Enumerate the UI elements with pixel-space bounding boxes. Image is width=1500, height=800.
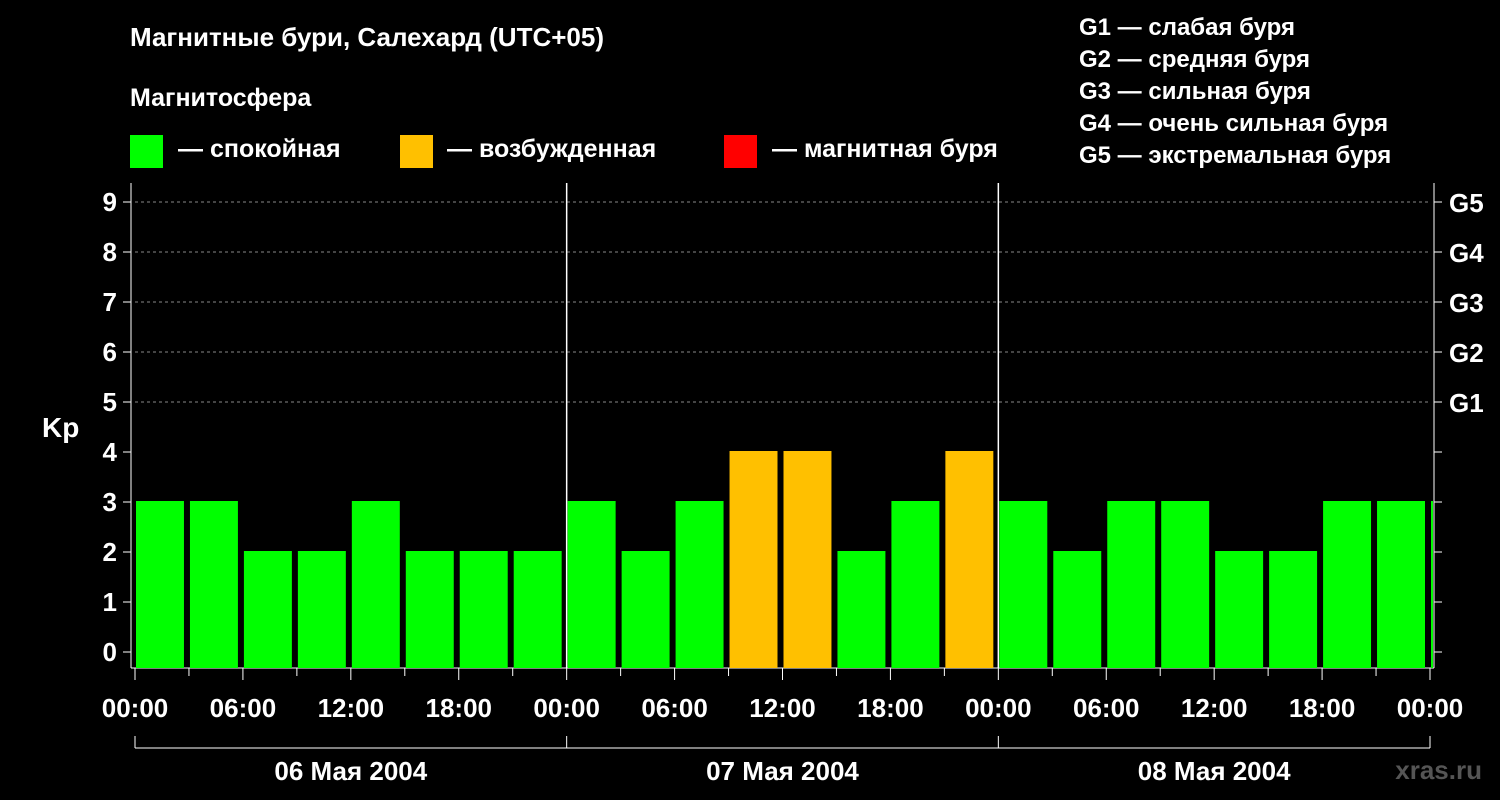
x-tick-label: 00:00 (102, 693, 169, 723)
x-tick-label: 00:00 (965, 693, 1032, 723)
g-legend-g1: G1 — слабая буря (1079, 14, 1296, 41)
kp-bar (783, 451, 832, 668)
magnetosphere-heading: Магнитосфера (130, 84, 312, 112)
kp-bar (1323, 501, 1372, 668)
x-tick-label: 18:00 (426, 693, 493, 723)
watermark: xras.ru (1395, 755, 1482, 785)
kp-bar (729, 451, 778, 668)
g-level-label: G4 (1449, 238, 1484, 268)
kp-bar (405, 551, 454, 668)
x-tick-label: 18:00 (1289, 693, 1356, 723)
g-level-label: G1 (1449, 388, 1484, 418)
legend-swatch-active (400, 135, 433, 168)
kp-bar (1053, 551, 1102, 668)
day-label: 06 Мая 2004 (274, 756, 427, 786)
kp-bar (675, 501, 724, 668)
y-tick-label: 3 (103, 487, 117, 517)
y-tick-label: 8 (103, 237, 117, 267)
kp-bar (837, 551, 886, 668)
kp-bar (567, 501, 616, 668)
g-legend-g4: G4 — очень сильная буря (1079, 110, 1389, 137)
x-tick-label: 06:00 (1073, 693, 1140, 723)
day-label: 08 Мая 2004 (1138, 756, 1291, 786)
x-tick-label: 00:00 (533, 693, 600, 723)
g-legend-g2: G2 — средняя буря (1079, 46, 1310, 73)
kp-bar (1161, 501, 1210, 668)
y-tick-label: 7 (103, 287, 117, 317)
legend-swatch-storm (724, 135, 757, 168)
kp-bar (136, 501, 184, 668)
g-legend-g3: G3 — сильная буря (1079, 78, 1311, 105)
g-level-label: G3 (1449, 288, 1484, 318)
x-tick-label: 12:00 (1181, 693, 1248, 723)
legend-label-quiet: — спокойная (178, 135, 341, 163)
kp-bar (1107, 501, 1156, 668)
y-tick-label: 5 (103, 387, 117, 417)
kp-bar (459, 551, 508, 668)
kp-bar (513, 551, 562, 668)
day-label: 07 Мая 2004 (706, 756, 859, 786)
y-axis-label: Kp (42, 412, 79, 443)
kp-bar (189, 501, 238, 668)
y-tick-label: 9 (103, 187, 117, 217)
y-tick-label: 4 (103, 437, 118, 467)
x-tick-label: 12:00 (749, 693, 816, 723)
kp-bar (1215, 551, 1264, 668)
y-tick-label: 6 (103, 337, 117, 367)
y-tick-label: 0 (103, 637, 117, 667)
x-tick-label: 06:00 (641, 693, 708, 723)
kp-bar (297, 551, 346, 668)
kp-bar (945, 451, 994, 668)
y-tick-label: 2 (103, 537, 117, 567)
x-tick-label: 00:00 (1397, 693, 1464, 723)
kp-bar (999, 501, 1048, 668)
legend-label-storm: — магнитная буря (772, 135, 998, 163)
legend-swatch-quiet (130, 135, 163, 168)
g-level-label: G5 (1449, 188, 1484, 218)
kp-bar (1269, 551, 1318, 668)
legend-label-active: — возбужденная (447, 135, 657, 163)
kp-bar (1377, 501, 1425, 668)
kp-bar (621, 551, 670, 668)
kp-bar (243, 551, 292, 668)
kp-bar (891, 501, 940, 668)
kp-bar (351, 501, 400, 668)
g-level-label: G2 (1449, 338, 1484, 368)
y-tick-label: 1 (103, 587, 117, 617)
x-tick-label: 06:00 (210, 693, 277, 723)
x-tick-label: 12:00 (318, 693, 385, 723)
chart-title: Магнитные бури, Салехард (UTC+05) (130, 22, 605, 52)
x-tick-label: 18:00 (857, 693, 924, 723)
g-legend-g5: G5 — экстремальная буря (1079, 142, 1392, 169)
kp-bar (1431, 501, 1433, 668)
